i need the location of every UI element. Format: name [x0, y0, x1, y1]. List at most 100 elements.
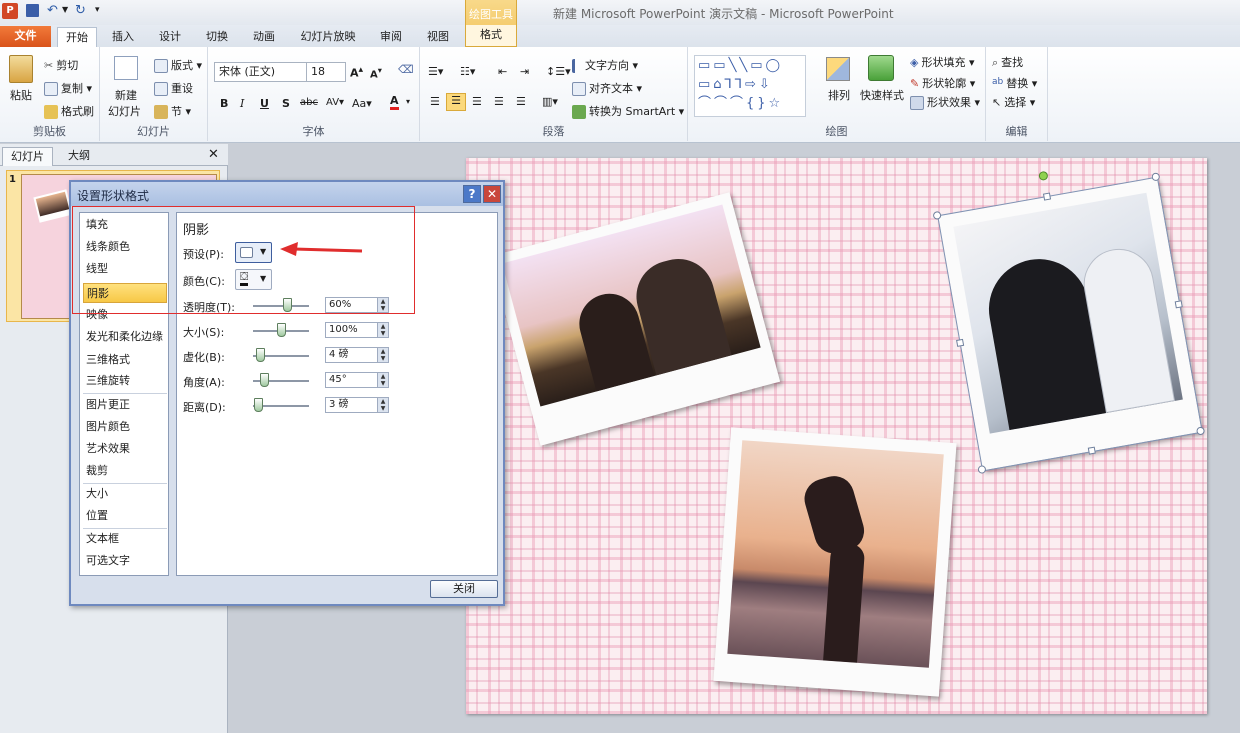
- grow-font-icon[interactable]: A▴: [350, 64, 363, 80]
- resize-handle-bottom[interactable]: [1087, 446, 1096, 455]
- justify-icon[interactable]: ☰: [494, 95, 504, 108]
- resize-handle-top-left[interactable]: [932, 210, 942, 221]
- new-slide-label[interactable]: 新建: [115, 87, 137, 103]
- dialog-title-bar[interactable]: 设置形状格式 ? ✕: [71, 182, 503, 206]
- paste-button[interactable]: 粘贴: [10, 87, 32, 103]
- customize-quick-access-icon[interactable]: ▾: [95, 5, 100, 15]
- numbering-icon[interactable]: ☷▾: [460, 65, 475, 78]
- reset-button[interactable]: 重设: [154, 80, 193, 96]
- quick-styles-icon[interactable]: [868, 55, 894, 81]
- category-alt-text[interactable]: 可选文字: [83, 551, 167, 571]
- section-button[interactable]: 节 ▾: [154, 103, 191, 119]
- undo-dropdown-icon[interactable]: ▼: [62, 5, 68, 14]
- font-name-select[interactable]: 宋体 (正文): [214, 62, 312, 82]
- format-painter-button[interactable]: 格式刷: [44, 103, 94, 119]
- find-button[interactable]: ⌕ 查找: [992, 54, 1023, 70]
- clear-format-icon[interactable]: ⌫: [398, 63, 414, 76]
- slider-thumb[interactable]: [256, 348, 265, 362]
- strikethrough-icon[interactable]: abc: [300, 97, 318, 108]
- spinner-arrows[interactable]: ▲ ▼: [377, 373, 388, 387]
- category-position[interactable]: 位置: [83, 506, 167, 526]
- category-glow-soft-edges[interactable]: 发光和柔化边缘: [83, 327, 167, 347]
- italic-icon[interactable]: I: [240, 97, 244, 110]
- arrange-icon[interactable]: [826, 57, 850, 81]
- increase-indent-icon[interactable]: ⇥: [520, 65, 529, 78]
- columns-icon[interactable]: ▥▾: [542, 95, 558, 108]
- align-center-icon[interactable]: ☰: [446, 93, 466, 111]
- size-slider[interactable]: [253, 323, 309, 337]
- quick-styles-button[interactable]: 快速样式: [860, 87, 904, 103]
- shape-outline-button[interactable]: ✎ 形状轮廓 ▾: [910, 75, 975, 91]
- category-3d-format[interactable]: 三维格式: [83, 350, 167, 370]
- distance-spinner[interactable]: 3 磅 ▲ ▼: [325, 397, 389, 413]
- shape-fill-button[interactable]: ◈ 形状填充 ▾: [910, 54, 975, 70]
- blur-slider[interactable]: [253, 348, 309, 362]
- help-button[interactable]: ?: [463, 185, 481, 203]
- resize-handle-bottom-left[interactable]: [977, 464, 987, 475]
- app-icon[interactable]: P: [2, 3, 18, 19]
- angle-spinner[interactable]: 45° ▲ ▼: [325, 372, 389, 388]
- resize-handle-top[interactable]: [1042, 192, 1052, 201]
- text-direction-button[interactable]: 文字方向 ▾: [572, 57, 638, 73]
- photo-couple-sunset[interactable]: [489, 192, 781, 446]
- resize-handle-left[interactable]: [956, 338, 965, 347]
- category-3d-rotation[interactable]: 三维旋转: [83, 371, 167, 391]
- category-picture-corrections[interactable]: 图片更正: [83, 395, 167, 415]
- replace-button[interactable]: ab 替换 ▾: [992, 75, 1037, 91]
- tab-outline-pane[interactable]: 大纲: [60, 147, 98, 166]
- size-spinner[interactable]: 100% ▲ ▼: [325, 322, 389, 338]
- spinner-arrows[interactable]: ▲ ▼: [377, 398, 388, 412]
- new-slide-label-2[interactable]: 幻灯片: [108, 103, 141, 119]
- shrink-font-icon[interactable]: A▾: [370, 65, 382, 80]
- redo-icon[interactable]: ↻: [75, 3, 86, 18]
- category-picture-color[interactable]: 图片颜色: [83, 417, 167, 437]
- slider-thumb[interactable]: [254, 398, 263, 412]
- dialog-close-button[interactable]: ✕: [483, 185, 501, 203]
- shadow-text-icon[interactable]: S: [282, 97, 290, 110]
- angle-slider[interactable]: [253, 373, 309, 387]
- cut-button[interactable]: ✂ 剪切: [44, 57, 78, 73]
- tab-transitions[interactable]: 切换: [198, 27, 236, 47]
- distribute-icon[interactable]: ☰: [516, 95, 526, 108]
- layout-button[interactable]: 版式 ▾: [154, 57, 202, 73]
- close-button[interactable]: 关闭: [430, 580, 498, 598]
- slider-thumb[interactable]: [260, 373, 269, 387]
- font-color-icon[interactable]: A: [390, 95, 399, 110]
- paste-icon[interactable]: [9, 55, 33, 83]
- category-artistic-effects[interactable]: 艺术效果: [83, 439, 167, 459]
- photo-jump-beach[interactable]: [713, 427, 957, 697]
- tab-file[interactable]: 文件: [0, 26, 51, 47]
- slider-thumb[interactable]: [277, 323, 286, 337]
- close-pane-icon[interactable]: ✕: [208, 147, 219, 162]
- bullets-icon[interactable]: ☰▾: [428, 65, 443, 78]
- save-icon[interactable]: [26, 4, 39, 17]
- align-text-button[interactable]: 对齐文本 ▾: [572, 80, 642, 96]
- align-right-icon[interactable]: ☰: [472, 95, 482, 108]
- rotate-handle[interactable]: [1038, 170, 1049, 182]
- char-spacing-icon[interactable]: AV▾: [326, 97, 344, 108]
- copy-button[interactable]: 复制 ▾: [44, 80, 92, 96]
- align-left-icon[interactable]: ☰: [430, 95, 440, 108]
- spinner-arrows[interactable]: ▲ ▼: [377, 323, 388, 337]
- tab-slides-pane[interactable]: 幻灯片: [2, 147, 53, 166]
- shape-effects-button[interactable]: 形状效果 ▾: [910, 94, 980, 110]
- decrease-indent-icon[interactable]: ⇤: [498, 65, 507, 78]
- undo-icon[interactable]: ↶: [47, 3, 58, 18]
- category-text-box[interactable]: 文本框: [83, 529, 167, 549]
- bold-icon[interactable]: B: [220, 97, 228, 110]
- underline-icon[interactable]: U: [260, 97, 269, 110]
- arrange-button[interactable]: 排列: [828, 87, 850, 103]
- category-crop[interactable]: 裁剪: [83, 461, 167, 481]
- photo-wedding-couple[interactable]: [932, 170, 1206, 475]
- tab-insert[interactable]: 插入: [104, 27, 142, 47]
- category-size[interactable]: 大小: [83, 484, 167, 504]
- tab-view[interactable]: 视图: [419, 27, 457, 47]
- resize-handle-right[interactable]: [1174, 300, 1183, 309]
- slide-canvas[interactable]: [466, 158, 1207, 714]
- tab-review[interactable]: 审阅: [372, 27, 410, 47]
- font-size-select[interactable]: 18: [306, 62, 346, 82]
- font-color-dropdown-icon[interactable]: ▾: [406, 97, 410, 106]
- change-case-icon[interactable]: Aa▾: [352, 97, 372, 110]
- resize-handle-top-right[interactable]: [1151, 172, 1161, 182]
- tab-design[interactable]: 设计: [151, 27, 189, 47]
